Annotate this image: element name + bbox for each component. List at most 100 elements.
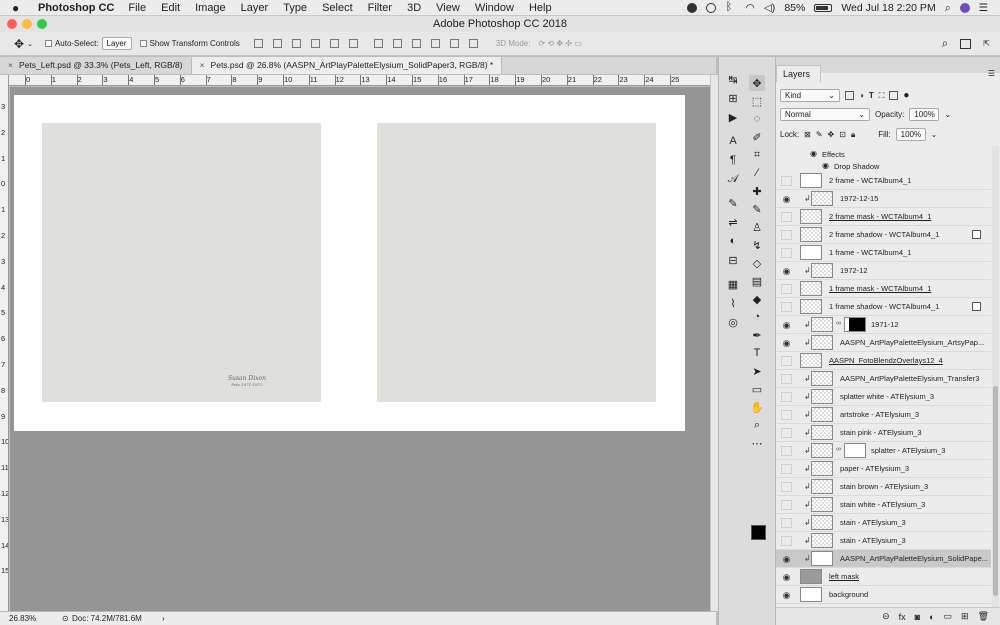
layer-name[interactable]: splatter white - ATElysium_3: [840, 392, 934, 401]
layer-thumbnail[interactable]: [811, 407, 833, 422]
move-tool-icon[interactable]: ✥: [749, 75, 765, 91]
vertical-scrollbar[interactable]: [710, 75, 718, 611]
layer-row[interactable]: ◉ ↲ AASPN_ArtPlayPaletteElysium_ArtsyPap..…: [776, 334, 991, 352]
doc-info[interactable]: Doc: 74.2M/781.6M: [72, 612, 142, 625]
layer-name[interactable]: 2 frame shadow - WCTAlbum4_1: [829, 230, 939, 239]
layer-name[interactable]: AASPN_ArtPlayPaletteElysium_SolidPape...: [840, 554, 988, 563]
glyphs-icon[interactable]: 𝒜: [725, 171, 741, 187]
siri-icon[interactable]: [959, 3, 970, 13]
eye-icon[interactable]: ◉: [781, 338, 792, 348]
filter-adjustment-icon[interactable]: ◑: [859, 91, 864, 100]
layer-thumbnail[interactable]: [811, 317, 833, 332]
visibility-toggle[interactable]: [781, 410, 792, 420]
menu-filter[interactable]: Filter: [368, 2, 392, 14]
layer-thumbnail[interactable]: [811, 443, 833, 458]
layer-row[interactable]: ◉ background: [776, 586, 991, 604]
layer-row[interactable]: ↲ AASPN_ArtPlayPaletteElysium_Transfer3: [776, 370, 991, 388]
distribute-hcenter-icon[interactable]: [449, 39, 459, 48]
visibility-toggle[interactable]: [781, 518, 792, 528]
zoom-level[interactable]: 26.83%: [9, 612, 36, 625]
rectangle-icon[interactable]: ▭: [749, 381, 765, 397]
blend-mode-dropdown[interactable]: Normal ⌄: [780, 108, 870, 121]
properties-icon[interactable]: ⊟: [725, 252, 741, 268]
lock-artboard-icon[interactable]: ⊡: [839, 130, 846, 139]
layer-name[interactable]: stain - ATElysium_3: [840, 536, 906, 545]
layer-row[interactable]: ◉ ↲ 1972-12: [776, 262, 991, 280]
layer-thumbnail[interactable]: [811, 425, 833, 440]
hand-icon[interactable]: ✋: [749, 399, 765, 415]
layer-thumbnail[interactable]: [811, 479, 833, 494]
adjustment-layer-icon[interactable]: ◐: [929, 612, 934, 622]
fill-input[interactable]: 100%: [895, 128, 926, 141]
adjustments-icon[interactable]: ⇌: [725, 214, 741, 230]
close-button[interactable]: [7, 19, 17, 29]
layer-row[interactable]: 2 frame shadow - WCTAlbum4_1: [776, 226, 991, 244]
left-paper[interactable]: Susan Dixon Pets 1971-1972: [42, 123, 321, 402]
menu-list-icon[interactable]: ☰: [979, 2, 988, 14]
workspace-icon[interactable]: [960, 38, 972, 49]
move-icon[interactable]: ↹: [725, 71, 741, 87]
visibility-toggle[interactable]: [781, 176, 792, 186]
visibility-toggle[interactable]: [781, 230, 792, 240]
align-left-icon[interactable]: [310, 39, 320, 48]
visibility-toggle[interactable]: [781, 446, 792, 456]
eye-icon[interactable]: ◉: [781, 320, 792, 330]
layer-thumbnail[interactable]: [811, 191, 833, 206]
layer-row[interactable]: ↲ stain - ATElysium_3: [776, 514, 991, 532]
battery-icon[interactable]: [814, 4, 833, 12]
layer-thumbnail[interactable]: [811, 533, 833, 548]
layer-name[interactable]: 2 frame - WCTAlbum4_1: [829, 176, 911, 185]
layer-name[interactable]: background: [829, 590, 868, 599]
status-menu-arrow-icon[interactable]: ›: [162, 612, 165, 625]
gradient-icon[interactable]: ▤: [749, 273, 765, 289]
creative-cloud-icon[interactable]: [686, 3, 697, 13]
volume-icon[interactable]: ◁): [764, 2, 776, 14]
auto-select-checkbox[interactable]: [44, 40, 52, 47]
layer-thumbnail[interactable]: [811, 263, 833, 278]
filter-smart-object-icon[interactable]: [889, 91, 899, 100]
layer-name[interactable]: splatter - ATElysium_3: [871, 446, 945, 455]
eye-icon[interactable]: ◉: [781, 554, 792, 564]
visibility-toggle[interactable]: [781, 248, 792, 258]
layer-row[interactable]: ◉ ↲ 1972-12-15: [776, 190, 991, 208]
filter-kind-dropdown[interactable]: Kind ⌄: [780, 89, 840, 102]
layer-thumbnail[interactable]: [800, 209, 822, 224]
visibility-toggle[interactable]: [781, 536, 792, 546]
link-icon[interactable]: ⊝: [882, 611, 890, 622]
blur-icon[interactable]: ◆: [749, 291, 765, 307]
eye-icon[interactable]: ◉: [781, 572, 792, 582]
move-tool-preset[interactable]: ✥ ⌄: [14, 37, 33, 51]
layer-row[interactable]: ↲ artstroke - ATElysium_3: [776, 406, 991, 424]
menu-app-name[interactable]: Photoshop CC: [38, 2, 114, 14]
distribute-left-icon[interactable]: [430, 39, 440, 48]
menu-file[interactable]: File: [128, 2, 146, 14]
visibility-toggle[interactable]: [781, 500, 792, 510]
menu-select[interactable]: Select: [322, 2, 353, 14]
filter-shape-icon[interactable]: ⛶: [879, 91, 885, 101]
type-icon[interactable]: T: [749, 345, 765, 361]
layer-name[interactable]: stain - ATElysium_3: [840, 518, 906, 527]
lock-all-icon[interactable]: 🔒︎: [851, 130, 855, 140]
layer-name[interactable]: 1972-12: [840, 266, 868, 275]
layers-scrollbar[interactable]: [992, 146, 999, 607]
lasso-icon[interactable]: ◌: [749, 111, 765, 127]
visibility-toggle[interactable]: [781, 212, 792, 222]
layer-name[interactable]: left mask: [829, 572, 859, 581]
layer-row[interactable]: ◉ ↲ ∞ 1971-12: [776, 316, 991, 334]
share-icon[interactable]: ⇱: [983, 39, 990, 48]
layer-row[interactable]: 1 frame mask - WCTAlbum4_1: [776, 280, 991, 298]
dodge-icon[interactable]: ◔: [749, 309, 765, 325]
align-hcenter-icon[interactable]: [329, 39, 339, 48]
visibility-toggle[interactable]: [781, 428, 792, 438]
color-icon[interactable]: ◐: [725, 233, 741, 249]
tab-pets[interactable]: × Pets.psd @ 26.8% (AASPN_ArtPlayPaletteE…: [191, 57, 503, 74]
layer-name[interactable]: 2 frame mask - WCTAlbum4_1: [829, 212, 931, 221]
stamp-icon[interactable]: ♙: [749, 219, 765, 235]
grid-icon[interactable]: ▦: [725, 276, 741, 292]
layers-scroll-thumb[interactable]: [993, 386, 998, 596]
layer-row[interactable]: ◉ left mask: [776, 568, 991, 586]
layer-row[interactable]: ↲ paper - ATElysium_3: [776, 460, 991, 478]
layer-name[interactable]: 1 frame shadow - WCTAlbum4_1: [829, 302, 939, 311]
align-bottom-icon[interactable]: [291, 39, 301, 48]
trash-icon[interactable]: 🗑︎: [978, 611, 989, 622]
